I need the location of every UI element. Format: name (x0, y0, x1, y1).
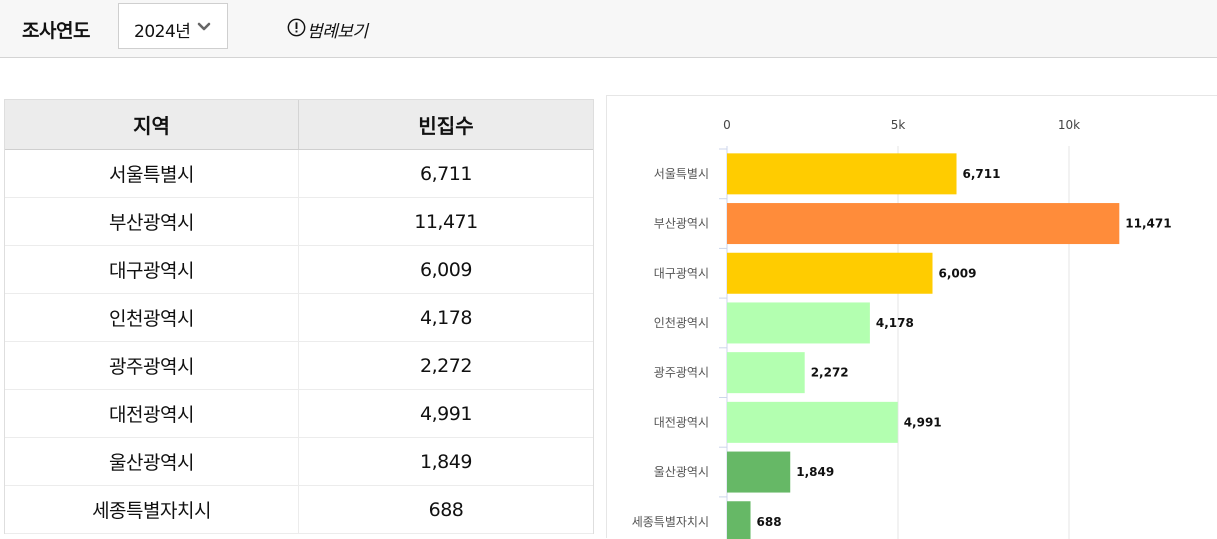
x-tick-label: 0 (723, 118, 731, 132)
category-label: 서울특별시 (654, 167, 709, 181)
bar-chart-panel: 0 5k 10k 서울특별시 6,711 부산광역시 11,471 대구광역시 6,009 인천광… (606, 95, 1217, 539)
data-label: 4,991 (904, 415, 942, 429)
count-cell: 4,991 (298, 389, 593, 438)
bar (727, 302, 870, 344)
count-cell: 1,849 (298, 437, 593, 486)
table-row: 대전광역시 4,991 (5, 389, 593, 438)
category-label: 인천광역시 (654, 315, 709, 330)
chevron-down-icon (197, 22, 211, 31)
region-cell: 대전광역시 (5, 389, 299, 438)
x-tick-label: 5k (891, 118, 906, 132)
legend-button-label: 범례보기 (307, 22, 368, 42)
table-row: 세종특별자치시 688 (5, 485, 593, 534)
table-row: 부산광역시 11,471 (5, 197, 593, 246)
data-label: 2,272 (811, 366, 849, 380)
count-cell: 2,272 (298, 341, 593, 390)
table-row: 서울특별시 6,711 (5, 149, 593, 198)
x-tick-label: 10k (1058, 118, 1080, 132)
year-label: 조사연도 (22, 20, 90, 42)
region-cell: 대구광역시 (5, 245, 299, 294)
category-label: 대전광역시 (654, 415, 709, 429)
region-cell: 세종특별자치시 (5, 485, 299, 534)
bar (727, 501, 751, 539)
vacant-house-table: 지역 빈집수 서울특별시 6,711 부산광역시 11,471 대구광역시 6,009… (4, 99, 594, 534)
data-label: 6,711 (963, 167, 1001, 181)
data-label: 4,178 (876, 316, 914, 330)
region-cell: 울산광역시 (5, 437, 299, 486)
count-cell: 4,178 (298, 293, 593, 342)
bar (727, 451, 791, 493)
category-label: 울산광역시 (654, 465, 709, 479)
bar (727, 401, 898, 443)
count-cell: 6,711 (298, 149, 593, 198)
count-cell: 688 (298, 485, 593, 534)
category-label: 광주광역시 (654, 366, 709, 380)
region-cell: 광주광역시 (5, 341, 299, 390)
table-row: 인천광역시 4,178 (5, 293, 593, 342)
column-header-region: 지역 (5, 100, 299, 150)
column-header-count: 빈집수 (298, 100, 593, 150)
count-cell: 6,009 (298, 245, 593, 294)
bar (727, 203, 1120, 245)
data-label: 6,009 (939, 266, 977, 280)
count-cell: 11,471 (298, 197, 593, 246)
filter-bar: 조사연도 2024년 범례보기 (0, 0, 1217, 58)
bar-chart: 0 5k 10k 서울특별시 6,711 부산광역시 11,471 대구광역시 6,009 인천광… (632, 118, 1172, 539)
bar (727, 352, 805, 394)
table-row: 대구광역시 6,009 (5, 245, 593, 294)
bar (727, 252, 933, 294)
category-label: 대구광역시 (654, 266, 709, 280)
year-select-value: 2024년 (134, 22, 191, 42)
category-label: 부산광역시 (654, 217, 709, 231)
data-label: 688 (757, 515, 782, 529)
region-cell: 서울특별시 (5, 149, 299, 198)
table-row: 광주광역시 2,272 (5, 341, 593, 390)
bar (727, 153, 957, 195)
data-label: 11,471 (1125, 217, 1171, 231)
category-label: 세종특별자치시 (632, 515, 709, 529)
table-header-row: 지역 빈집수 (5, 100, 593, 150)
data-label: 1,849 (796, 465, 834, 479)
table-row: 울산광역시 1,849 (5, 437, 593, 486)
region-cell: 부산광역시 (5, 197, 299, 246)
year-select[interactable]: 2024년 (118, 3, 228, 49)
region-cell: 인천광역시 (5, 293, 299, 342)
info-icon (287, 18, 306, 37)
